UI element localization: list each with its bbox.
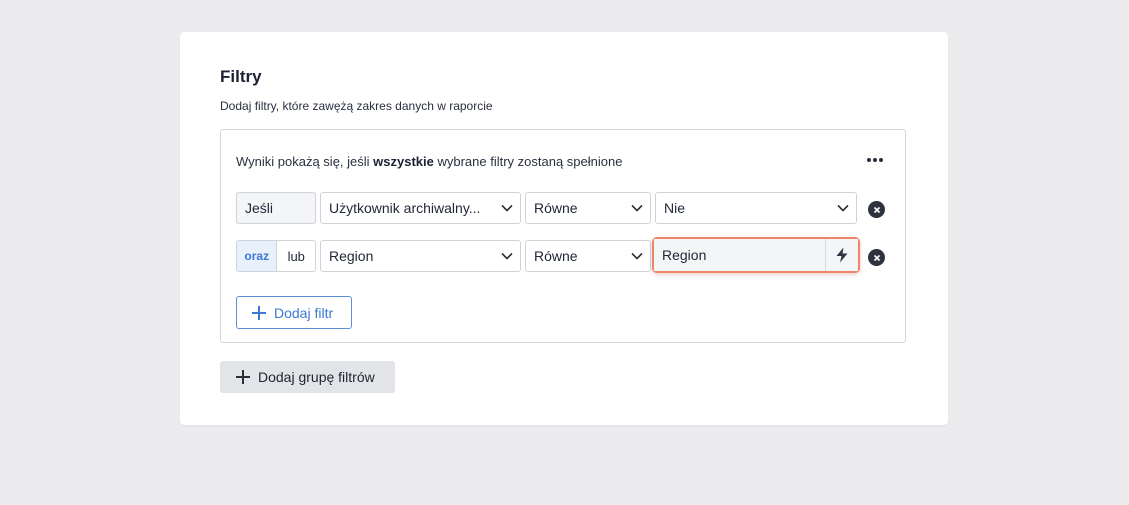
filters-card: Filtry Dodaj filtry, które zawężą zakres… <box>180 32 948 425</box>
row-2-field-select[interactable]: Region <box>320 240 521 272</box>
filter-group: Wyniki pokażą się, jeśli wszystkie wybra… <box>220 129 906 343</box>
row-2-operator-label: Równe <box>534 248 578 264</box>
row-2-remove-icon[interactable] <box>868 249 885 266</box>
row-1-remove-icon[interactable] <box>868 201 885 218</box>
card-title: Filtry <box>220 67 262 86</box>
row-2-operator-select[interactable]: Równe <box>525 240 651 272</box>
row-1-operator-label: Równe <box>534 200 578 216</box>
add-filter-label: Dodaj filtr <box>274 304 334 321</box>
row-2-value-input[interactable]: Region <box>652 237 860 273</box>
row-2-field-label: Region <box>329 248 374 264</box>
plus-icon <box>236 370 250 384</box>
more-options-icon[interactable] <box>865 152 885 168</box>
row-1-value-select[interactable]: Nie <box>655 192 857 224</box>
chevron-down-icon <box>624 193 650 223</box>
add-filter-group-button[interactable]: Dodaj grupę filtrów <box>220 361 395 393</box>
group-description-prefix: Wyniki pokażą się, jeśli <box>236 154 374 169</box>
add-filter-button[interactable]: Dodaj filtr <box>236 296 352 329</box>
connector-option-oraz[interactable]: oraz <box>237 241 278 271</box>
row-1-value-label: Nie <box>664 200 686 216</box>
group-description-suffix: wybrane filtry zostaną spełnione <box>433 154 623 169</box>
row-1-field-label: Użytkownik archiwalny... <box>329 200 481 216</box>
row-2-value-text[interactable]: Region <box>654 239 825 271</box>
row-1-connector: Jeśli <box>236 192 316 224</box>
row-1-connector-label: Jeśli <box>245 200 274 216</box>
connector-option-lub[interactable]: lub <box>277 241 315 271</box>
row-1-field-select[interactable]: Użytkownik archiwalny... <box>320 192 521 224</box>
card-subtitle: Dodaj filtry, które zawężą zakres danych… <box>220 99 493 113</box>
group-description: Wyniki pokażą się, jeśli wszystkie wybra… <box>236 154 622 169</box>
group-description-bold: wszystkie <box>373 154 434 169</box>
plus-icon <box>252 305 266 320</box>
add-group-label: Dodaj grupę filtrów <box>258 369 375 385</box>
row-2-connector-toggle: oraz lub <box>236 240 316 272</box>
chevron-down-icon <box>624 241 650 271</box>
row-1-operator-select[interactable]: Równe <box>525 192 651 224</box>
chevron-down-icon <box>494 241 520 271</box>
chevron-down-icon <box>494 193 520 223</box>
chevron-down-icon <box>830 193 856 223</box>
lightning-bolt-icon[interactable] <box>825 239 858 271</box>
